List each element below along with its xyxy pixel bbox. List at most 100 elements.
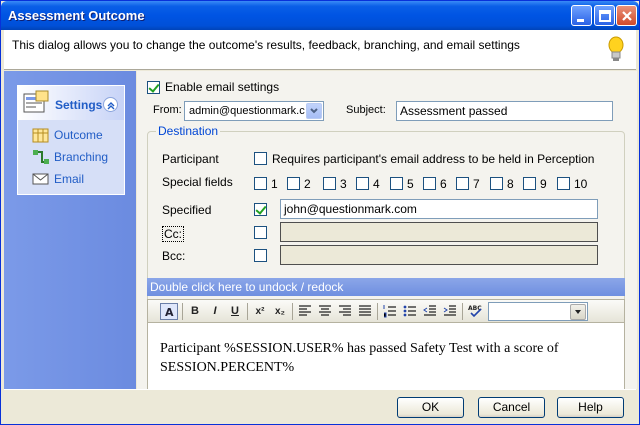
underline-button[interactable]: U [226,303,244,320]
align-center-icon [319,305,331,316]
from-select[interactable]: admin@questionmark.c [184,101,324,121]
bcc-checkbox[interactable] [254,249,267,262]
email-body-editor[interactable]: Participant %SESSION.USER% has passed Sa… [147,323,625,389]
ok-button[interactable]: OK [397,397,464,418]
from-label: From: [153,104,182,116]
cc-label: Cc: [162,226,184,242]
outdent-icon [423,305,436,316]
align-right-button[interactable] [336,303,354,320]
special-field-label: 4 [373,177,380,191]
participant-checkbox[interactable] [254,152,267,165]
special-field-label: 7 [473,177,480,191]
email-body-line: SESSION.PERCENT% [160,360,295,375]
toolbar-separator [292,303,293,320]
align-left-button[interactable] [296,303,314,320]
specified-checkbox[interactable] [254,203,267,216]
settings-header[interactable]: Settings [18,86,124,120]
special-field-label: 2 [304,177,311,191]
assessment-outcome-dialog: Assessment Outcome This dialog allows yo… [0,0,640,425]
banner-text: This dialog allows you to change the out… [12,38,520,52]
format-select[interactable] [488,302,588,321]
minimize-icon [577,19,584,22]
special-field-checkbox-6[interactable] [423,177,436,190]
outcome-icon [32,128,49,143]
indent-button[interactable] [441,303,459,320]
justify-icon [359,305,371,316]
sidebar-item-branching[interactable]: Branching [30,148,122,166]
special-field-checkbox-3[interactable] [323,177,336,190]
special-field-checkbox-10[interactable] [557,177,570,190]
maximize-button[interactable] [594,5,615,26]
settings-icon [23,90,49,113]
editor-dock-bar[interactable]: Double click here to undock / redock [147,278,625,296]
editor-dock-label: Double click here to undock / redock [150,280,344,294]
special-field-checkbox-7[interactable] [456,177,469,190]
enable-email-label: Enable email settings [165,80,280,94]
editor-toolbar: A B I U x² x₂ ABC [147,299,625,323]
close-button[interactable] [616,5,637,26]
special-field-checkbox-8[interactable] [490,177,503,190]
spellcheck-icon: ABC [468,305,482,318]
special-field-label: 5 [407,177,414,191]
special-field-checkbox-4[interactable] [356,177,369,190]
enable-email-checkbox[interactable] [147,81,160,94]
special-field-checkbox-1[interactable] [254,177,267,190]
special-field-checkbox-5[interactable] [390,177,403,190]
special-field-label: 9 [540,177,547,191]
specified-input[interactable]: john@questionmark.com [280,199,598,219]
description-banner: This dialog allows you to change the out… [4,30,636,70]
special-field-checkbox-2[interactable] [287,177,300,190]
special-field-label: 10 [574,177,588,191]
bold-button[interactable]: B [186,303,204,320]
bcc-label: Bcc: [162,249,186,263]
cc-input[interactable] [280,222,598,242]
numbered-list-button[interactable] [381,303,399,320]
bcc-input[interactable] [280,245,598,265]
superscript-button[interactable]: x² [251,303,269,320]
outdent-button[interactable] [421,303,439,320]
sidebar-item-label: Email [54,172,85,186]
email-settings-panel: Enable email settings From: admin@questi… [137,71,637,389]
subject-label: Subject: [346,104,386,116]
subject-input[interactable]: Assessment passed [396,101,613,121]
cc-checkbox[interactable] [254,226,267,239]
spellcheck-button[interactable]: ABC [466,303,484,320]
bullet-list-icon [403,305,416,317]
align-right-icon [339,305,351,316]
sidebar-item-email[interactable]: Email [30,170,122,188]
dropdown-button[interactable] [570,304,586,320]
align-center-button[interactable] [316,303,334,320]
dialog-footer: OK Cancel Help [4,389,636,423]
chevron-up-icon [107,102,115,110]
email-body-line: Participant %SESSION.USER% has passed Sa… [160,341,559,356]
sidebar-item-label: Outcome [54,128,103,142]
destination-legend: Destination [156,124,221,138]
window-title: Assessment Outcome [8,8,145,23]
toolbar-separator [182,303,183,320]
title-bar[interactable]: Assessment Outcome [1,1,639,30]
sidebar-item-outcome[interactable]: Outcome [30,126,122,144]
special-field-checkbox-9[interactable] [523,177,536,190]
help-button[interactable]: Help [557,397,624,418]
font-style-icon: A [165,306,174,319]
chevron-down-icon [310,108,318,114]
chevron-down-icon [575,310,581,314]
minimize-button[interactable] [571,5,592,26]
font-style-button[interactable]: A [160,303,178,320]
subscript-button[interactable]: x₂ [271,303,289,320]
from-value: admin@questionmark.c [189,105,305,117]
bullet-list-button[interactable] [401,303,419,320]
sidebar-item-label: Branching [54,150,109,164]
dropdown-button[interactable] [306,103,322,119]
justify-button[interactable] [356,303,374,320]
toolbar-separator [247,303,248,320]
toolbar-separator [377,303,378,320]
special-field-label: 6 [440,177,447,191]
lightbulb-icon [608,36,624,61]
italic-button[interactable]: I [206,303,224,320]
special-field-label: 1 [271,177,278,191]
collapse-button[interactable] [103,97,118,112]
settings-label: Settings [55,98,103,112]
cancel-button[interactable]: Cancel [478,397,545,418]
svg-text:A: A [165,306,174,319]
